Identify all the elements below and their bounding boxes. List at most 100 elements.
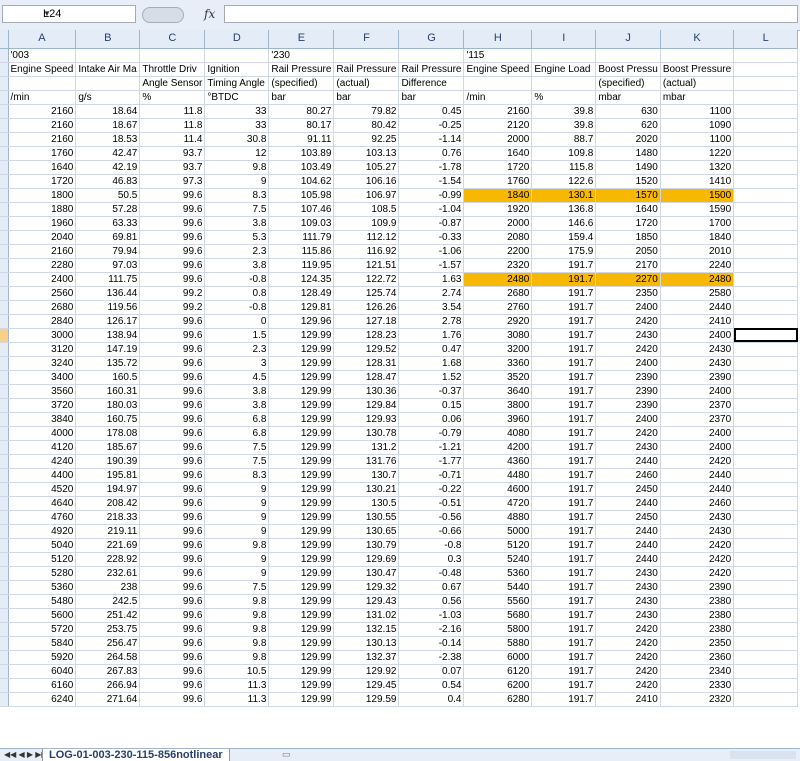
cell[interactable]: 9 (204, 566, 270, 581)
cell[interactable]: 2390 (660, 370, 735, 385)
cell[interactable]: 99.6 (139, 524, 206, 539)
cell[interactable]: -1.04 (398, 202, 465, 217)
cell[interactable]: 195.81 (75, 468, 141, 483)
row-header[interactable] (0, 216, 9, 231)
cell[interactable]: 99.6 (139, 552, 206, 567)
cell[interactable]: Engine Speed (8, 62, 77, 77)
cell[interactable]: 4600 (463, 482, 533, 497)
cell[interactable]: 129.99 (268, 650, 335, 665)
column-header-g[interactable]: G (398, 30, 465, 49)
cell[interactable]: 5840 (8, 636, 77, 651)
cell[interactable]: 2680 (8, 300, 77, 315)
cell[interactable]: 5120 (463, 538, 533, 553)
cell[interactable]: 9.8 (204, 608, 270, 623)
cell[interactable]: 39.8 (531, 118, 597, 133)
cell[interactable]: 2480 (660, 272, 735, 287)
cell[interactable]: 7.5 (204, 454, 270, 469)
cell[interactable]: 3.8 (204, 216, 270, 231)
row-header[interactable] (0, 314, 9, 329)
cell[interactable]: 2580 (660, 286, 735, 301)
cell[interactable]: % (139, 90, 206, 105)
cell[interactable]: 2760 (463, 300, 533, 315)
cell[interactable]: 130.5 (333, 496, 400, 511)
cell[interactable]: 1760 (463, 174, 533, 189)
cell[interactable]: 175.9 (531, 244, 597, 259)
cell[interactable]: 5.3 (204, 230, 270, 245)
cell[interactable]: 129.99 (268, 370, 335, 385)
cell[interactable]: 33 (204, 104, 270, 119)
cell[interactable]: 2430 (595, 566, 661, 581)
cell[interactable]: -2.38 (398, 650, 465, 665)
cell[interactable]: 46.83 (75, 174, 141, 189)
cell[interactable]: 1880 (8, 202, 77, 217)
cell[interactable]: 2400 (660, 440, 735, 455)
cell[interactable]: 2440 (595, 454, 661, 469)
row-header[interactable] (0, 384, 9, 399)
cell[interactable]: 2160 (8, 118, 77, 133)
cell[interactable]: 242.5 (75, 594, 141, 609)
cell[interactable]: 99.6 (139, 692, 206, 707)
cell[interactable]: 2390 (660, 580, 735, 595)
cell[interactable]: 5480 (8, 594, 77, 609)
cell[interactable]: 50.5 (75, 188, 141, 203)
cell[interactable]: 129.99 (268, 356, 335, 371)
cell[interactable]: 126.26 (333, 300, 400, 315)
cell[interactable]: bar (333, 90, 400, 105)
cell[interactable]: 191.7 (531, 454, 597, 469)
cell[interactable]: 106.97 (333, 188, 400, 203)
cell[interactable]: 3520 (463, 370, 533, 385)
cell[interactable]: 99.6 (139, 412, 206, 427)
cell[interactable]: 3.8 (204, 384, 270, 399)
cell[interactable]: 191.7 (531, 594, 597, 609)
cell[interactable]: 128.47 (333, 370, 400, 385)
cell[interactable]: 136.8 (531, 202, 597, 217)
cell[interactable]: 2440 (595, 496, 661, 511)
cell[interactable]: 2400 (595, 300, 661, 315)
cell[interactable]: -1.14 (398, 132, 465, 147)
cell[interactable]: 99.6 (139, 454, 206, 469)
row-header[interactable] (0, 230, 9, 245)
cell[interactable]: '003 (8, 48, 77, 63)
cell[interactable]: 99.6 (139, 622, 206, 637)
cell[interactable]: -1.21 (398, 440, 465, 455)
cell[interactable]: 2480 (463, 272, 533, 287)
cell[interactable]: 2420 (595, 650, 661, 665)
cell[interactable] (463, 76, 533, 91)
cell[interactable] (733, 622, 799, 637)
cell[interactable]: 126.17 (75, 314, 141, 329)
cell[interactable] (733, 216, 799, 231)
cell[interactable]: Rail Pressure (268, 62, 335, 77)
cell[interactable]: 1520 (595, 174, 661, 189)
cell[interactable] (139, 48, 206, 63)
cell[interactable]: Timing Angle (204, 76, 270, 91)
row-header[interactable] (0, 118, 9, 133)
cell[interactable]: 79.94 (75, 244, 141, 259)
cell[interactable]: 630 (595, 104, 661, 119)
cell[interactable]: 2.3 (204, 342, 270, 357)
cell[interactable]: 99.6 (139, 650, 206, 665)
row-header[interactable] (0, 160, 9, 175)
cell[interactable]: 10.5 (204, 664, 270, 679)
cell[interactable]: 88.7 (531, 132, 597, 147)
cell[interactable]: -0.8 (204, 300, 270, 315)
cell[interactable]: 3560 (8, 384, 77, 399)
cell[interactable]: 7.5 (204, 440, 270, 455)
cell[interactable]: 9.8 (204, 622, 270, 637)
cell[interactable]: 129.99 (268, 398, 335, 413)
cell[interactable]: 253.75 (75, 622, 141, 637)
cell[interactable]: 6040 (8, 664, 77, 679)
cell[interactable] (733, 594, 799, 609)
sheet-tab[interactable]: LOG-01-003-230-115-856notlinear (42, 749, 230, 761)
cell[interactable]: -0.37 (398, 384, 465, 399)
cell[interactable] (733, 244, 799, 259)
cell[interactable]: 42.47 (75, 146, 141, 161)
cell[interactable]: Boost Pressu (595, 62, 661, 77)
cell[interactable]: -0.51 (398, 496, 465, 511)
cell[interactable]: 4640 (8, 496, 77, 511)
cell[interactable] (733, 342, 799, 357)
cell[interactable]: 0.54 (398, 678, 465, 693)
cell[interactable]: 1760 (8, 146, 77, 161)
cell[interactable]: 4200 (463, 440, 533, 455)
cell[interactable]: 99.6 (139, 482, 206, 497)
cell[interactable]: 191.7 (531, 692, 597, 707)
